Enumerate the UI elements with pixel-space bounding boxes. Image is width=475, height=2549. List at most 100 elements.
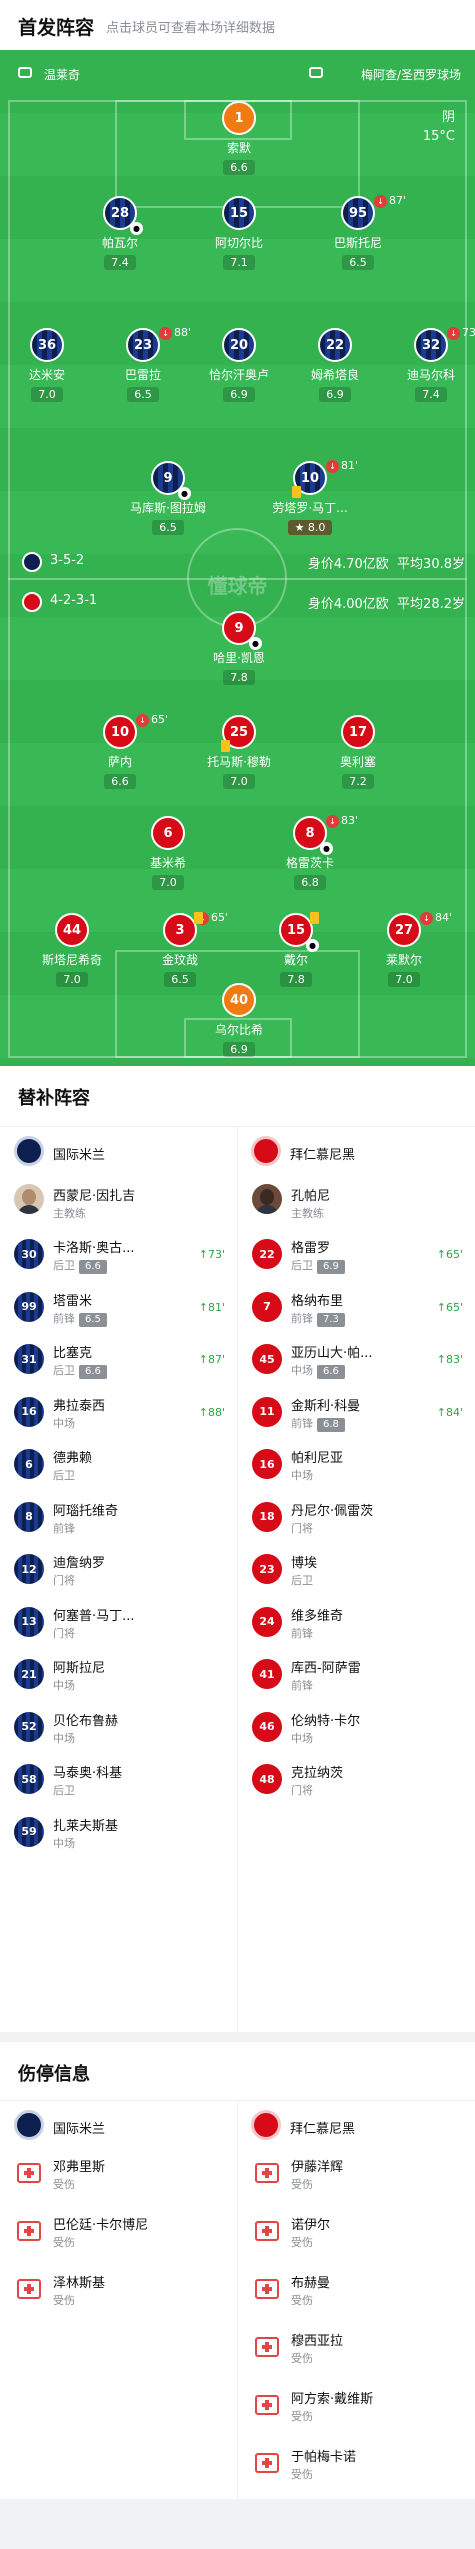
- player-position-line: 前锋: [53, 1520, 75, 1536]
- player-position: 前锋: [291, 1416, 313, 1430]
- player-position-line: 门将: [53, 1572, 75, 1588]
- sub-player-row[interactable]: 12 迪詹纳罗 门将: [0, 1543, 237, 1595]
- player-name: 萨内: [107, 755, 132, 769]
- player-11[interactable]: 10 劳塔罗·马丁... ★ 8.0: [262, 461, 358, 535]
- sub-off-icon: ↓: [420, 912, 433, 925]
- injured-player-row[interactable]: 泽林斯基 受伤: [0, 2263, 237, 2315]
- player-name: 格纳布里: [291, 1293, 344, 1309]
- player-2[interactable]: 28 帕瓦尔 7.4: [72, 196, 168, 270]
- sub-player-row[interactable]: 23 博埃 后卫: [238, 1543, 475, 1595]
- injured-player-row[interactable]: 于帕梅卡诺 受伤: [238, 2437, 475, 2489]
- player-number: 3: [163, 913, 197, 947]
- player-6[interactable]: 23 巴雷拉 6.5: [95, 328, 191, 402]
- bayern-value-age: 身价4.00亿欧 平均28.2岁: [308, 593, 465, 612]
- sub-off-icon: ↓: [447, 327, 460, 340]
- player-number: 40: [222, 983, 256, 1017]
- sub-player-row[interactable]: 59 扎莱夫斯基 中场: [0, 1806, 237, 1858]
- player-12[interactable]: 9 哈里·凯恩 7.8: [191, 611, 287, 685]
- player-3[interactable]: 15 阿切尔比 7.1: [191, 196, 287, 270]
- player-name: 泽林斯基: [53, 2276, 106, 2291]
- injured-player-row[interactable]: 穆西亚拉 受伤: [238, 2321, 475, 2373]
- player-number: 32: [414, 328, 448, 362]
- player-name: 劳塔罗·马丁...: [272, 501, 348, 515]
- player-10[interactable]: 9 马库斯·图拉姆 6.5: [120, 461, 216, 535]
- sub-player-row[interactable]: 11 金斯利·科曼 前锋 6.8 ↑84': [238, 1386, 475, 1438]
- sub-player-row[interactable]: 6 德弗赖 后卫: [0, 1438, 237, 1490]
- player-number: 23: [252, 1554, 282, 1584]
- goal-icon: ●: [306, 939, 319, 952]
- sub-player-row[interactable]: 22 格雷罗 后卫 6.9 ↑65': [238, 1228, 475, 1280]
- player-4[interactable]: 95 巴斯托尼 6.5: [310, 196, 406, 270]
- sub-player-row[interactable]: 41 库西-阿萨雷 前锋: [238, 1648, 475, 1700]
- player-21[interactable]: 27 莱默尔 7.0: [356, 913, 452, 987]
- injury-status: 受伤: [291, 2236, 313, 2249]
- player-9[interactable]: 32 迪马尔科 7.4: [383, 328, 475, 402]
- player-1[interactable]: 1 索默 6.6: [191, 101, 287, 175]
- player-5[interactable]: 36 达米安 7.0: [0, 328, 95, 402]
- sub-player-row[interactable]: 16 弗拉泰西 中场 ↑88': [0, 1386, 237, 1438]
- player-position-line: 后卫: [53, 1782, 75, 1798]
- player-rating: 6.5: [127, 387, 159, 402]
- sub-player-row[interactable]: 21 阿斯拉尼 中场: [0, 1648, 237, 1700]
- sub-minute: 73': [462, 326, 475, 339]
- sub-player-row[interactable]: 7 格纳布里 前锋 7.3 ↑65': [238, 1281, 475, 1333]
- player-rating: 6.5: [342, 255, 374, 270]
- player-19[interactable]: 3 金玟哉 6.5: [132, 913, 228, 987]
- sub-player-row[interactable]: 24 维多维奇 前锋: [238, 1596, 475, 1648]
- sub-player-row[interactable]: 31 比塞克 后卫 6.6 ↑87': [0, 1333, 237, 1385]
- bayern-age: 平均28.2岁: [397, 597, 465, 612]
- player-14[interactable]: 25 托马斯·穆勒 7.0: [191, 715, 287, 789]
- injured-player-row[interactable]: 诺伊尔 受伤: [238, 2205, 475, 2257]
- player-name: 阿瑙托维奇: [53, 1503, 119, 1519]
- player-name: 巴雷拉: [124, 368, 161, 382]
- injured-player-row[interactable]: 布赫曼 受伤: [238, 2263, 475, 2315]
- player-rating: 6.9: [223, 387, 255, 402]
- inter-age: 平均30.8岁: [397, 557, 465, 572]
- sub-player-row[interactable]: 99 塔雷米 前锋 6.5 ↑81': [0, 1281, 237, 1333]
- player-17[interactable]: 8 格雷茨卡 6.8: [262, 816, 358, 890]
- sub-player-row[interactable]: 45 亚历山大·帕... 中场 6.6 ↑83': [238, 1333, 475, 1385]
- player-name: 德弗赖: [53, 1451, 93, 1466]
- player-position-line: 中场: [291, 1467, 313, 1483]
- injured-player-row[interactable]: 伊藤洋辉 受伤: [238, 2147, 475, 2199]
- player-15[interactable]: 17 奥利塞 7.2: [310, 715, 406, 789]
- sub-minute: 65': [211, 911, 229, 924]
- player-name: 奥利塞: [339, 755, 376, 769]
- sub-player-row[interactable]: 52 贝伦布鲁赫 中场: [0, 1701, 237, 1753]
- sub-player-row[interactable]: 46 伦纳特·卡尔 中场: [238, 1701, 475, 1753]
- sub-player-row[interactable]: 58 马泰奥·科基 后卫: [0, 1753, 237, 1805]
- player-number: 11: [252, 1396, 282, 1427]
- goal-icon: ●: [249, 637, 262, 650]
- player-number: 52: [14, 1711, 44, 1742]
- player-20[interactable]: 15 戴尔 7.8: [248, 913, 344, 987]
- coach-name: 西蒙尼·因扎吉: [53, 1189, 136, 1204]
- player-22[interactable]: 40 乌尔比希 6.9: [191, 983, 287, 1057]
- injuries-title: 伤停信息: [18, 2064, 90, 2085]
- injured-player-row[interactable]: 邓弗里斯 受伤: [0, 2147, 237, 2199]
- player-name: 巴斯托尼: [333, 236, 382, 250]
- player-rating: 7.4: [415, 387, 447, 402]
- coach-name: 孔帕尼: [291, 1189, 331, 1204]
- player-number: 1: [222, 101, 256, 135]
- player-8[interactable]: 22 姆希塔良 6.9: [287, 328, 383, 402]
- player-18[interactable]: 44 斯塔尼希奇 7.0: [24, 913, 120, 987]
- player-name: 迪马尔科: [406, 368, 455, 382]
- coach-bayern[interactable]: 孔帕尼 主教练: [238, 1176, 475, 1228]
- player-13[interactable]: 10 萨内 6.6: [72, 715, 168, 789]
- inter-formation-row: 3-5-2 身价4.70亿欧 平均30.8岁: [0, 550, 475, 574]
- sub-player-row[interactable]: 16 帕利尼亚 中场: [238, 1438, 475, 1490]
- sub-player-row[interactable]: 48 克拉纳茨 门将: [238, 1753, 475, 1805]
- sub-player-row[interactable]: 30 卡洛斯·奥古... 后卫 6.6 ↑73': [0, 1228, 237, 1280]
- player-16[interactable]: 6 基米希 7.0: [120, 816, 216, 890]
- player-number: 23: [126, 328, 160, 362]
- player-rating: 7.0: [388, 972, 420, 987]
- sub-player-row[interactable]: 13 何塞普·马丁... 门将: [0, 1596, 237, 1648]
- sub-player-row[interactable]: 18 丹尼尔·佩雷茨 门将: [238, 1491, 475, 1543]
- player-7[interactable]: 20 恰尔汗奥卢 6.9: [191, 328, 287, 402]
- injured-player-row[interactable]: 阿方索·戴维斯 受伤: [238, 2379, 475, 2431]
- injured-player-row[interactable]: 巴伦廷·卡尔博尼 受伤: [0, 2205, 237, 2257]
- coach-inter[interactable]: 西蒙尼·因扎吉 主教练: [0, 1176, 237, 1228]
- goal-icon: ●: [320, 842, 333, 855]
- sub-player-row[interactable]: 8 阿瑙托维奇 前锋: [0, 1491, 237, 1543]
- player-number: 22: [252, 1239, 282, 1269]
